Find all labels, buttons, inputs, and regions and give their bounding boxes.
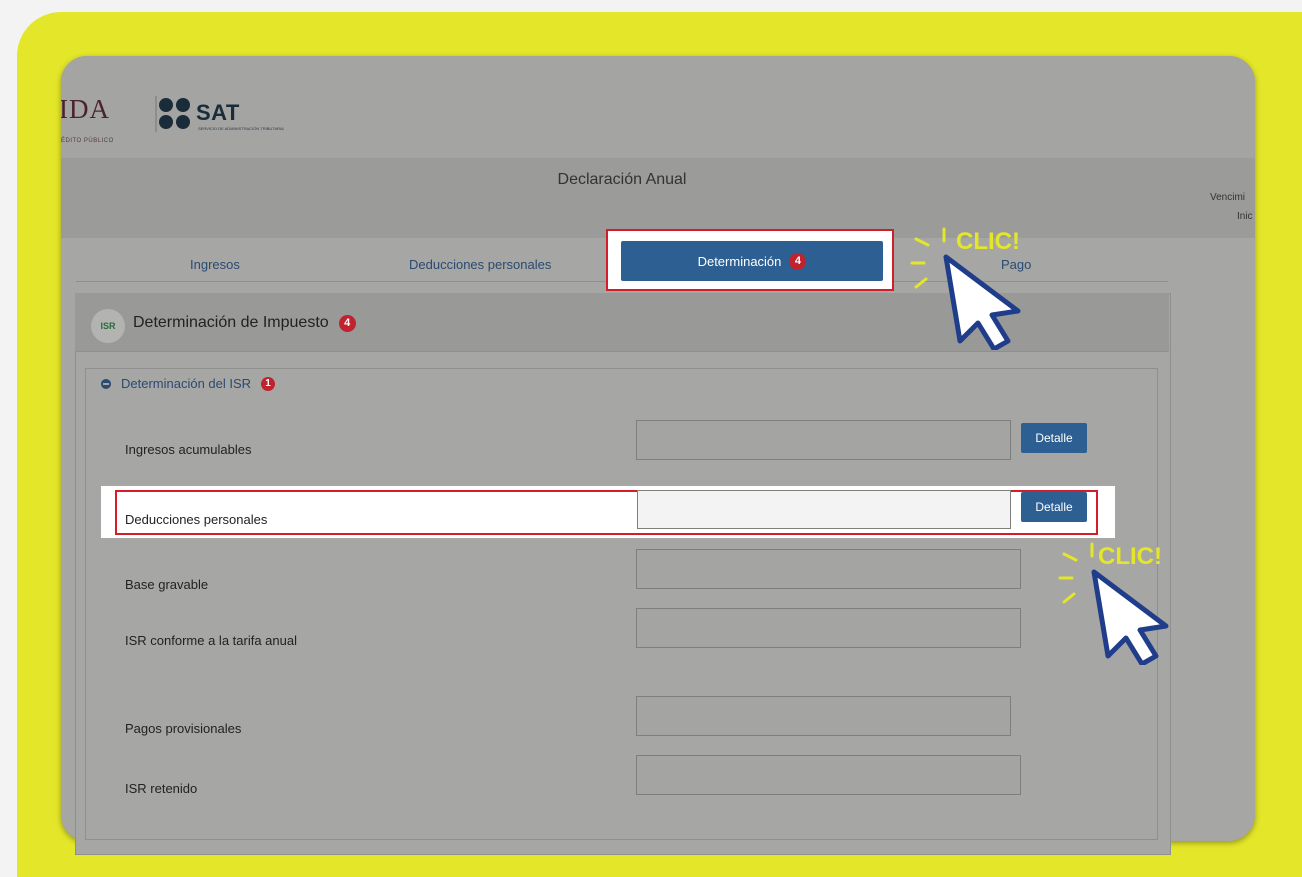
header-band	[61, 158, 1255, 238]
ingresos-acumulables-field[interactable]	[636, 420, 1011, 460]
sat-logo-icon	[159, 98, 195, 132]
ingresos-acumulables-label: Ingresos acumulables	[125, 442, 252, 457]
section-title-text: Determinación de Impuesto	[133, 314, 329, 331]
deducciones-personales-field[interactable]	[637, 490, 1011, 529]
subsection-title: Determinación del ISR	[121, 376, 252, 391]
subsection-toggle[interactable]: Determinación del ISR 1	[101, 376, 276, 391]
logo-divider	[155, 96, 157, 132]
tab-deducciones-personales[interactable]: Deducciones personales	[409, 257, 551, 272]
base-gravable-field[interactable]	[636, 549, 1021, 589]
section-title: Determinación de Impuesto 4	[133, 314, 356, 332]
tab-determinacion-badge: 4	[789, 252, 807, 270]
clic-label-2: CLIC!	[1098, 543, 1162, 570]
start-date-label: Inic	[1237, 211, 1253, 222]
hacienda-logo-subtitle: ÉDITO PÚBLICO	[61, 138, 114, 144]
collapse-icon	[101, 378, 111, 389]
pagos-provisionales-label: Pagos provisionales	[125, 721, 242, 736]
isr-tarifa-label: ISR conforme a la tarifa anual	[125, 633, 297, 648]
subsection-badge: 1	[261, 376, 276, 391]
ingresos-detalle-button[interactable]: Detalle	[1021, 423, 1087, 453]
sat-logo: SAT	[196, 100, 240, 125]
deducciones-personales-label: Deducciones personales	[125, 512, 268, 527]
page-title: Declaración Anual	[557, 171, 687, 188]
tab-determinacion-label: Determinación	[697, 253, 782, 269]
clic-label-1: CLIC!	[956, 228, 1020, 255]
isr-icon: ISR	[91, 309, 125, 343]
deducciones-detalle-button[interactable]: Detalle	[1021, 492, 1087, 522]
hacienda-logo: IDA	[61, 94, 110, 124]
base-gravable-label: Base gravable	[125, 577, 209, 592]
section-badge: 4	[338, 314, 356, 332]
isr-retenido-field[interactable]	[636, 755, 1021, 795]
tab-determinacion[interactable]: Determinación 4	[621, 241, 883, 281]
tab-ingresos[interactable]: Ingresos	[190, 257, 240, 272]
due-date-label: Vencimi	[1210, 192, 1246, 203]
isr-tarifa-field[interactable]	[636, 608, 1021, 648]
logo-bar	[61, 56, 1255, 158]
pagos-provisionales-field[interactable]	[636, 696, 1011, 736]
isr-retenido-label: ISR retenido	[125, 781, 198, 796]
sat-logo-subtitle: SERVICIO DE ADMINISTRACIÓN TRIBUTARIA	[198, 126, 284, 131]
